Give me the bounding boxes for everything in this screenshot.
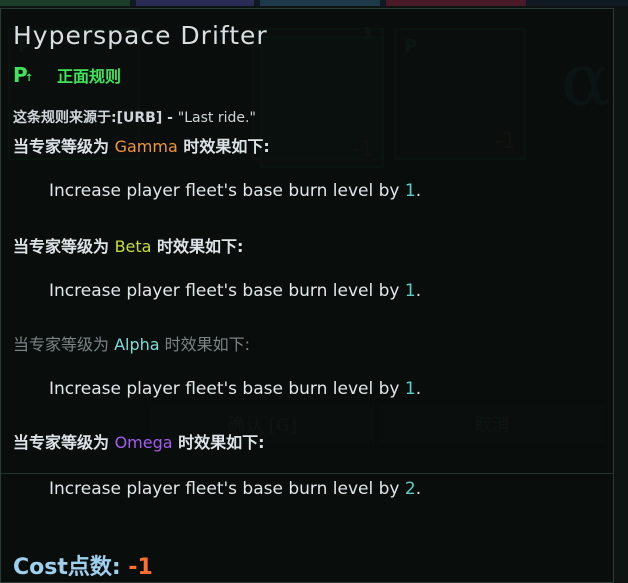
effect-text: Increase player fleet's base burn level … — [49, 379, 405, 399]
tier-effect-omega: Increase player fleet's base burn level … — [49, 479, 421, 499]
tooltip-title: Hyperspace Drifter — [13, 21, 268, 50]
source-code: [URB] — [116, 110, 163, 126]
tier-prefix: 当专家等级为 — [13, 335, 115, 354]
tier-prefix: 当专家等级为 — [13, 433, 115, 452]
tier-name: Omega — [114, 433, 173, 452]
effect-value: 1 — [404, 379, 416, 399]
tier-header-gamma: 当专家等级为 Gamma 时效果如下: — [13, 133, 270, 157]
tier-header-beta: 当专家等级为 Beta 时效果如下: — [13, 233, 243, 257]
effect-end: . — [415, 479, 422, 499]
effect-value: 2 — [404, 479, 416, 499]
tier-name: Beta — [114, 237, 152, 256]
top-strip — [0, 0, 628, 6]
rule-type-tag: P ↑ 正面规则 — [13, 63, 121, 87]
effect-end: . — [415, 281, 422, 301]
tier-header-alpha: 当专家等级为 Alpha 时效果如下: — [13, 331, 250, 355]
effect-value: 1 — [404, 181, 416, 201]
cost-value: -1 — [128, 555, 153, 580]
up-arrow-icon: ↑ — [25, 73, 34, 84]
tier-effect-alpha: Increase player fleet's base burn level … — [49, 379, 421, 399]
effect-text: Increase player fleet's base burn level … — [49, 281, 405, 301]
tier-name: Gamma — [114, 137, 178, 156]
tier-prefix: 当专家等级为 — [13, 137, 115, 156]
effect-value: 1 — [404, 281, 416, 301]
positive-rule-icon: P ↑ — [13, 63, 41, 87]
tier-name: Alpha — [114, 335, 160, 354]
tier-prefix: 当专家等级为 — [13, 237, 115, 256]
effect-text: Increase player fleet's base burn level … — [49, 181, 405, 201]
tier-effect-gamma: Increase player fleet's base burn level … — [49, 181, 421, 201]
cost-label: Cost点数: — [13, 555, 129, 580]
tier-effect-beta: Increase player fleet's base burn level … — [49, 281, 421, 301]
tier-suffix: 时效果如下: — [177, 137, 270, 156]
source-separator: - — [162, 110, 178, 126]
rule-type-label: 正面规则 — [57, 67, 122, 86]
effect-end: . — [415, 181, 422, 201]
source-prefix: 这条规则来源于: — [13, 110, 117, 126]
rule-tooltip: Hyperspace Drifter P ↑ 正面规则 这条规则来源于:[URB… — [0, 8, 614, 583]
rule-source: 这条规则来源于:[URB] - "Last ride." — [13, 107, 256, 127]
tier-suffix: 时效果如下: — [159, 335, 251, 354]
effect-end: . — [415, 379, 422, 399]
tier-suffix: 时效果如下: — [151, 237, 244, 256]
tier-suffix: 时效果如下: — [172, 433, 265, 452]
effect-text: Increase player fleet's base burn level … — [49, 479, 405, 499]
tier-header-omega: 当专家等级为 Omega 时效果如下: — [13, 429, 265, 453]
divider — [1, 473, 613, 474]
cost-line: Cost点数: -1 — [13, 549, 153, 581]
source-quote: "Last ride." — [177, 110, 256, 126]
